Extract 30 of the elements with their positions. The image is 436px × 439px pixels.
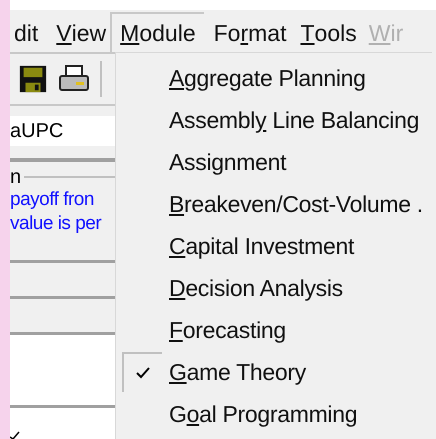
save-icon[interactable] [18,64,48,94]
menu-item-label: Breakeven/Cost-Volume . [169,190,423,219]
description-text: payoff fron [10,188,95,212]
menu-item-label: Game Theory [169,358,306,387]
menu-item-label: Assignment [169,148,286,177]
description-text: value is per [10,212,102,236]
menu-item[interactable]: Aggregate Planning [116,57,432,99]
menu-item-label: Assembly Line Balancing [169,106,420,135]
menu-item[interactable]: Module [110,12,204,52]
menu-item-label: Forecasting [169,316,286,345]
menu-item[interactable]: View [52,12,108,52]
check-icon [10,431,20,439]
menu-item[interactable]: Decision Analysis [116,267,432,309]
group-label: n [10,167,22,187]
menu-item[interactable]: Assembly Line Balancing [116,99,432,141]
menu-item[interactable]: Format [206,12,292,52]
menu-item-label: Aggregate Planning [169,64,366,93]
menu-item[interactable]: Capital Investment [116,225,432,267]
menu-item[interactable]: Goal Programming [116,393,432,435]
input-field[interactable]: aUPC [10,116,115,146]
menu-item[interactable]: Tools [292,12,363,52]
printer-icon[interactable] [58,64,90,94]
menu-item[interactable]: dit [10,12,52,52]
menu-item[interactable]: Forecasting [116,309,432,351]
menu-item-label: Capital Investment [169,232,354,261]
menu-item[interactable]: Breakeven/Cost-Volume . [116,183,432,225]
menu-item-label: Decision Analysis [169,274,343,303]
menu-item-label: Goal Programming [169,400,358,429]
menu-item[interactable]: Assignment [116,141,432,183]
menu-item[interactable]: Game Theory [116,351,432,393]
